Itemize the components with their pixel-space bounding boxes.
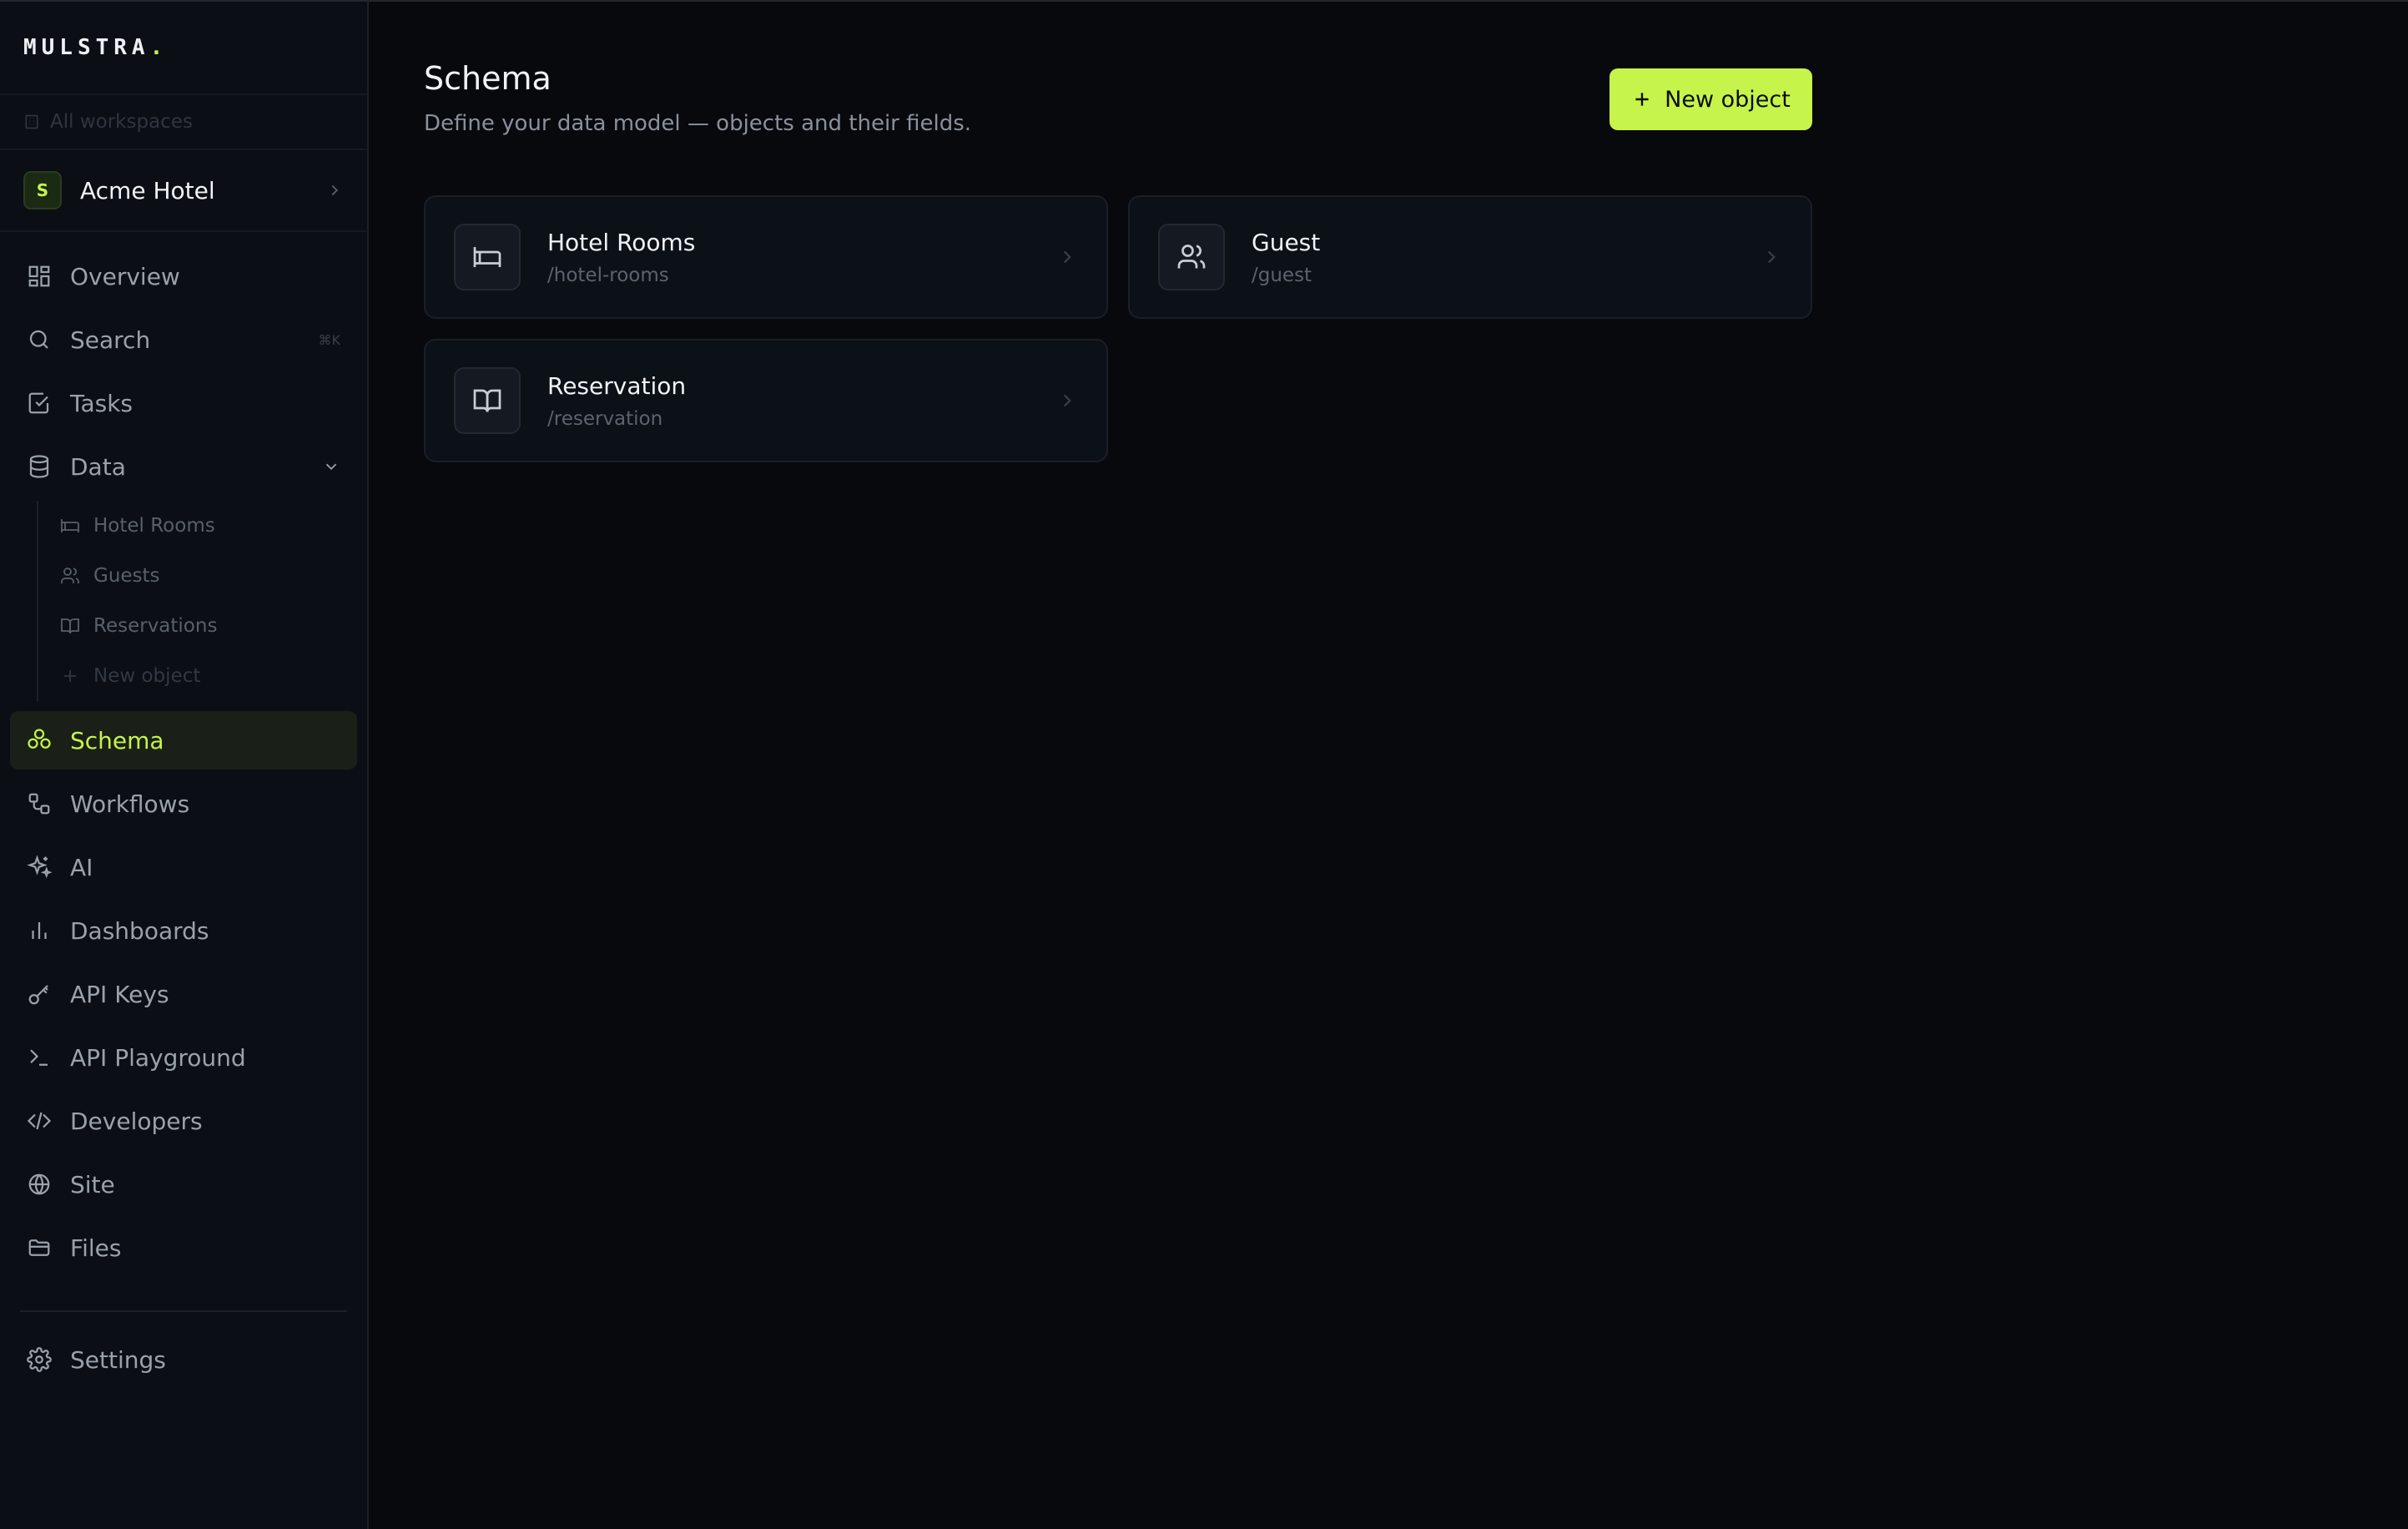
- sidebar-item-api-playground[interactable]: API Playground: [10, 1028, 357, 1087]
- app-shell: MULSTRA. All workspaces S Acme Hotel Ove…: [0, 0, 2408, 1529]
- plus-icon: [64, 670, 76, 682]
- gear-icon: [27, 1347, 52, 1372]
- globe-icon: [28, 1173, 50, 1195]
- sidebar-item-schema[interactable]: Schema: [10, 711, 357, 770]
- object-icon-box: [1158, 224, 1225, 290]
- bed-icon: [61, 519, 79, 532]
- object-icon-box: [454, 224, 521, 290]
- object-name: Reservation: [547, 371, 687, 400]
- search-icon: [29, 330, 48, 349]
- checkbox-icon: [28, 392, 49, 414]
- chevron-right-icon: [331, 184, 339, 196]
- page-subtitle: Define your data model — objects and the…: [424, 111, 972, 136]
- code-icon: [27, 1112, 52, 1130]
- sidebar-item-ai[interactable]: AI: [10, 838, 357, 896]
- sidebar-item-label: Developers: [70, 1107, 203, 1135]
- object-icon-box: [454, 367, 521, 434]
- all-workspaces-label: All workspaces: [50, 111, 193, 133]
- grid-icon: [28, 265, 50, 287]
- book-icon: [473, 389, 501, 412]
- sparkles-icon: [27, 855, 52, 879]
- all-workspaces-link[interactable]: All workspaces: [0, 95, 367, 150]
- sidebar-nav: Overview Search ⌘K Tasks Data Hotel Room…: [0, 232, 367, 1389]
- terminal-icon: [30, 1049, 48, 1066]
- subnav-item-new-object[interactable]: New object: [60, 651, 357, 701]
- subnav-item-guests[interactable]: Guests: [60, 551, 357, 601]
- object-slug: /hotel-rooms: [547, 264, 669, 286]
- data-subnav: Hotel Rooms Guests Reservations New obje…: [37, 501, 357, 701]
- sidebar-item-workflows[interactable]: Workflows: [10, 775, 357, 833]
- sidebar-item-label: Tasks: [70, 389, 133, 417]
- sidebar-item-label: Schema: [70, 726, 164, 754]
- brand-dot: .: [149, 35, 169, 60]
- sidebar-divider: [20, 1310, 347, 1312]
- subnav-item-label: Hotel Rooms: [93, 515, 215, 537]
- subnav-item-label: New object: [93, 665, 201, 687]
- object-card-guest[interactable]: Guest /guest: [1128, 195, 1812, 319]
- sidebar: MULSTRA. All workspaces S Acme Hotel Ove…: [0, 2, 369, 1529]
- brand-logo[interactable]: MULSTRA.: [0, 2, 367, 95]
- subnav-item-reservations[interactable]: Reservations: [60, 601, 357, 651]
- sidebar-item-label: Search: [70, 325, 151, 354]
- page-title: Schema: [424, 60, 552, 97]
- sidebar-item-label: API Keys: [70, 980, 169, 1008]
- sidebar-item-data[interactable]: Data: [10, 437, 357, 496]
- workspace-switcher[interactable]: S Acme Hotel: [0, 150, 367, 232]
- bed-icon: [473, 247, 501, 267]
- bar-chart-icon: [32, 922, 47, 939]
- sidebar-item-search[interactable]: Search ⌘K: [10, 310, 357, 369]
- chevron-right-icon: [1063, 394, 1071, 407]
- key-icon: [28, 985, 48, 1005]
- brand-name: MULSTRA: [23, 35, 150, 60]
- sidebar-item-label: AI: [70, 853, 93, 881]
- subnav-item-label: Guests: [93, 565, 160, 587]
- sidebar-item-label: Workflows: [70, 790, 190, 818]
- search-shortcut: ⌘K: [318, 331, 341, 348]
- sidebar-item-label: Data: [70, 452, 126, 481]
- users-icon: [61, 568, 79, 583]
- sidebar-item-developers[interactable]: Developers: [10, 1092, 357, 1150]
- workspace-name: Acme Hotel: [80, 176, 215, 204]
- chevron-right-icon: [1767, 250, 1776, 264]
- new-object-button-label: New object: [1665, 86, 1791, 113]
- sidebar-item-label: Dashboards: [70, 916, 209, 945]
- sidebar-item-api-keys[interactable]: API Keys: [10, 965, 357, 1023]
- book-icon: [61, 618, 79, 634]
- object-card-reservation[interactable]: Reservation /reservation: [424, 339, 1108, 462]
- sidebar-item-label: Site: [70, 1170, 115, 1198]
- sidebar-item-dashboards[interactable]: Dashboards: [10, 901, 357, 960]
- new-object-button[interactable]: New object: [1610, 68, 1812, 130]
- sidebar-item-overview[interactable]: Overview: [10, 247, 357, 305]
- sidebar-item-settings[interactable]: Settings: [10, 1330, 357, 1389]
- users-icon: [1177, 245, 1206, 269]
- sidebar-item-label: Files: [70, 1234, 122, 1262]
- sidebar-item-label: Overview: [70, 262, 180, 290]
- database-icon: [29, 455, 49, 478]
- object-slug: /reservation: [547, 407, 663, 430]
- plus-icon: [1635, 93, 1649, 106]
- sidebar-item-label: Settings: [70, 1345, 166, 1374]
- object-name: Guest: [1252, 228, 1321, 256]
- object-card-hotel-rooms[interactable]: Hotel Rooms /hotel-rooms: [424, 195, 1108, 319]
- sidebar-item-tasks[interactable]: Tasks: [10, 374, 357, 432]
- workspace-badge: S: [23, 171, 62, 209]
- subnav-item-label: Reservations: [93, 615, 218, 637]
- chevron-down-icon: [325, 463, 337, 471]
- workflow-icon: [28, 793, 50, 815]
- schema-icon: [28, 729, 51, 749]
- folder-icon: [28, 1239, 50, 1256]
- main-content: Schema Define your data model — objects …: [369, 2, 2408, 1529]
- subnav-item-hotel-rooms[interactable]: Hotel Rooms: [60, 501, 357, 551]
- object-slug: /guest: [1252, 264, 1312, 286]
- object-name: Hotel Rooms: [547, 228, 696, 256]
- sidebar-item-label: API Playground: [70, 1043, 246, 1072]
- building-icon: [25, 114, 38, 129]
- chevron-right-icon: [1063, 250, 1071, 264]
- sidebar-item-files[interactable]: Files: [10, 1219, 357, 1277]
- sidebar-item-site[interactable]: Site: [10, 1155, 357, 1214]
